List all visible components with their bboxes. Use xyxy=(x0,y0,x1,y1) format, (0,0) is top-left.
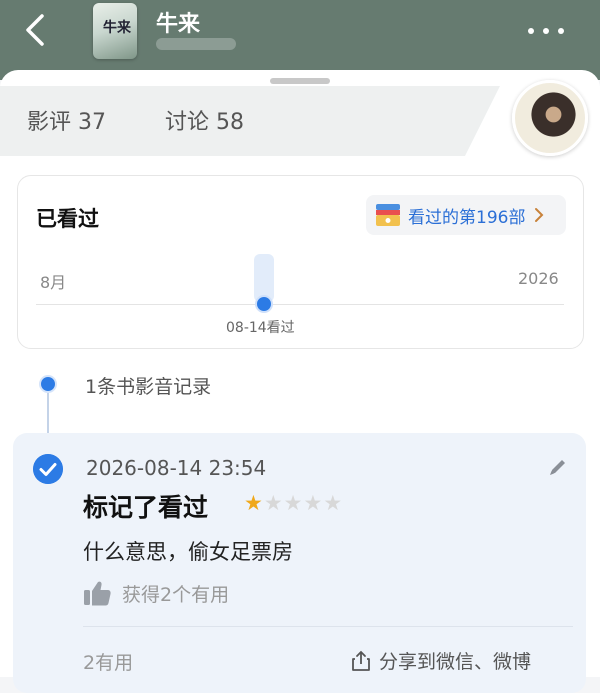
subtitle-placeholder xyxy=(156,38,236,50)
timeline-start-label: 8月 xyxy=(40,273,67,292)
review-action: 标记了看过 xyxy=(83,493,209,522)
watched-card: 已看过 看过的第196部 8月 2026 08-14看过 xyxy=(17,175,584,349)
share-button[interactable]: 分享到微信、微博 xyxy=(351,647,531,674)
star-empty-icon: ★ xyxy=(303,491,323,515)
rating-stars: ★ ★ ★ ★ ★ xyxy=(244,491,342,515)
watched-title: 已看过 xyxy=(36,207,99,231)
star-empty-icon: ★ xyxy=(263,491,283,515)
poster-title: 牛来 xyxy=(103,20,131,36)
top-bar: 牛来 牛来 xyxy=(0,0,600,80)
movie-poster[interactable]: 牛来 xyxy=(93,3,137,59)
check-icon xyxy=(33,454,63,484)
useful-count[interactable]: 2有用 xyxy=(83,648,133,675)
star-filled-icon: ★ xyxy=(244,491,263,515)
more-dots-icon[interactable] xyxy=(528,26,564,36)
chevron-left-icon[interactable] xyxy=(18,12,54,48)
helpful-count-label: 获得2个有用 xyxy=(122,583,230,606)
watched-count-button[interactable]: 看过的第196部 xyxy=(366,195,566,235)
share-icon xyxy=(352,650,370,671)
review-text: 什么意思，偷女足票房 xyxy=(83,540,293,564)
records-dot xyxy=(39,375,57,393)
timeline-marker[interactable] xyxy=(255,295,273,313)
tab-discussions[interactable]: 讨论 58 xyxy=(165,104,244,136)
user-avatar[interactable] xyxy=(512,80,588,156)
chevron-right-icon xyxy=(535,208,544,222)
star-empty-icon: ★ xyxy=(283,491,303,515)
timeline-marker-label: 08-14看过 xyxy=(226,320,295,336)
helpful-row[interactable]: 获得2个有用 xyxy=(82,579,229,607)
tab-reviews[interactable]: 影评 37 xyxy=(27,104,106,136)
drag-handle[interactable] xyxy=(270,78,330,84)
divider xyxy=(83,626,573,627)
records-label: 1条书影音记录 xyxy=(85,376,212,398)
review-card: 2026-08-14 23:54 标记了看过 ★ ★ ★ ★ ★ 什么意思，偷女足票房 … xyxy=(13,433,586,693)
review-timestamp: 2026-08-14 23:54 xyxy=(86,456,267,480)
share-label: 分享到微信、微博 xyxy=(379,651,532,673)
thumbs-up-icon xyxy=(84,581,111,606)
star-empty-icon: ★ xyxy=(323,491,343,515)
watched-count-label: 看过的第196部 xyxy=(408,207,526,228)
timeline-axis xyxy=(36,304,564,305)
pencil-icon[interactable] xyxy=(547,456,569,478)
page-title: 牛来 xyxy=(156,12,201,37)
timeline-end-label: 2026 xyxy=(518,269,559,288)
film-box-icon xyxy=(376,204,400,226)
